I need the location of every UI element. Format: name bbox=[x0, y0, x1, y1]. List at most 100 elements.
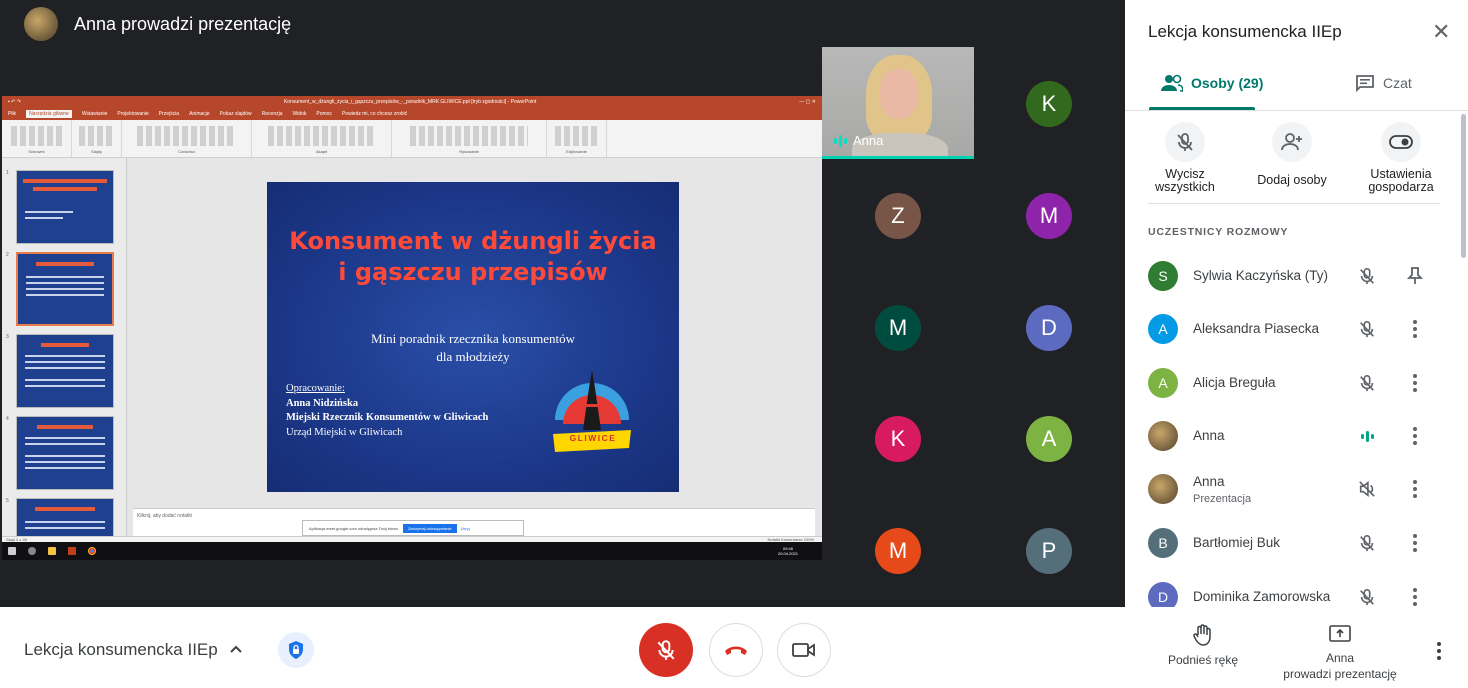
tab-people[interactable]: Osoby (29) bbox=[1161, 74, 1263, 92]
raise-hand-button[interactable]: Podnieś rękę bbox=[1160, 624, 1246, 668]
thumb-number: 4 bbox=[6, 416, 9, 422]
participant-row[interactable]: A Aleksandra Piasecka bbox=[1125, 303, 1455, 356]
stop-sharing-button: Zatrzymaj udostępnianie bbox=[402, 523, 457, 533]
pin-icon[interactable] bbox=[1403, 264, 1427, 288]
powerpoint-window-title: Konsument_w_dżungli_życia_i_gąszczu_prze… bbox=[283, 99, 537, 105]
participant-name: Sylwia Kaczyńska (Ty) bbox=[1193, 268, 1329, 283]
participant-row[interactable]: B Bartłomiej Buk bbox=[1125, 517, 1455, 570]
ribbon-group-clipboard: Schowek bbox=[2, 120, 72, 157]
participant-row[interactable]: Anna bbox=[1125, 410, 1455, 463]
presentation-label: Anna prowadzi prezentację bbox=[1283, 651, 1397, 681]
more-options-icon[interactable] bbox=[1437, 642, 1441, 660]
powerpoint-ribbon: Schowek Slajdy Czcionka Akapit Rysowanie… bbox=[2, 120, 822, 158]
participant-tile-avatar[interactable]: P bbox=[1026, 528, 1072, 574]
host-settings-label: Ustawienia gospodarza bbox=[1368, 167, 1434, 194]
microphone-toggle-button[interactable] bbox=[639, 623, 693, 677]
participant-subtitle: Prezentacja bbox=[1193, 493, 1252, 505]
speaking-indicator-icon bbox=[834, 134, 847, 147]
menu-help: Pomoc bbox=[316, 111, 332, 117]
ribbon-group-font: Czcionka bbox=[122, 120, 252, 157]
slide-thumbnail bbox=[16, 170, 114, 244]
close-icon[interactable]: ✕ bbox=[1432, 21, 1450, 43]
avatar: A bbox=[1148, 314, 1178, 344]
video-camera-icon bbox=[792, 643, 815, 657]
leave-call-button[interactable] bbox=[709, 623, 763, 677]
participant-name: Anna bbox=[1193, 474, 1225, 489]
participant-tile-avatar[interactable]: D bbox=[1026, 305, 1072, 351]
more-options-icon[interactable] bbox=[1403, 371, 1427, 395]
presentation-button[interactable]: Anna prowadzi prezentację bbox=[1274, 624, 1406, 682]
current-slide: Konsument w dżungli życia i gąszczu prze… bbox=[267, 182, 679, 492]
credits-role: Miejski Rzecznik Konsumentów w Gliwicach bbox=[286, 412, 489, 423]
camera-toggle-button[interactable] bbox=[777, 623, 831, 677]
mic-off-icon bbox=[1355, 317, 1379, 341]
gliwice-logo-text: GLIWICE bbox=[570, 433, 617, 443]
notes-placeholder: Kliknij, aby dodać notatki bbox=[137, 513, 193, 519]
participant-row[interactable]: Anna Prezentacja bbox=[1125, 463, 1455, 516]
more-options-icon[interactable] bbox=[1403, 317, 1427, 341]
host-settings-button[interactable]: Ustawienia gospodarza bbox=[1356, 122, 1446, 194]
meeting-name[interactable]: Lekcja konsumencka IIEp bbox=[24, 640, 218, 660]
section-label: UCZESTNICY ROZMOWY bbox=[1148, 226, 1289, 238]
shield-lock-icon bbox=[289, 641, 303, 659]
presenter-title: Anna prowadzi prezentację bbox=[74, 13, 292, 34]
taskbar-clock: 09:46 20.04.2021 bbox=[777, 546, 798, 556]
menu-insert: Wstawianie bbox=[81, 111, 108, 117]
slide-editor: Konsument w dżungli życia i gąszczu prze… bbox=[133, 158, 815, 508]
menu-tell-me: Powiedz mi, co chcesz zrobić bbox=[341, 111, 408, 117]
screen-share-notification: Aplikacja meet.google.com udostępnia Twó… bbox=[302, 520, 524, 536]
participant-tile-avatar[interactable]: Z bbox=[875, 193, 921, 239]
more-options-icon[interactable] bbox=[1403, 585, 1427, 607]
participant-tile-avatar[interactable]: A bbox=[1026, 416, 1072, 462]
windows-start-icon bbox=[8, 547, 16, 555]
participant-row[interactable]: S Sylwia Kaczyńska (Ty) bbox=[1125, 250, 1455, 303]
participant-tile-avatar[interactable]: M bbox=[875, 528, 921, 574]
add-people-label: Dodaj osoby bbox=[1257, 173, 1327, 187]
more-options-icon[interactable] bbox=[1403, 424, 1427, 448]
notification-text: Aplikacja meet.google.com udostępnia Twó… bbox=[309, 525, 399, 531]
tab-chat[interactable]: Czat bbox=[1355, 74, 1412, 92]
people-icon bbox=[1161, 74, 1183, 92]
volume-off-icon bbox=[1355, 477, 1379, 501]
more-options-icon[interactable] bbox=[1403, 531, 1427, 555]
mic-off-icon bbox=[1355, 371, 1379, 395]
credits-author: Anna Nidzińska bbox=[286, 397, 359, 409]
menu-file: Plik bbox=[8, 111, 17, 117]
speaking-indicator-icon bbox=[1355, 424, 1379, 448]
ribbon-group-slides: Slajdy bbox=[72, 120, 122, 157]
video-tile-anna[interactable]: Anna bbox=[822, 47, 974, 159]
chat-icon bbox=[1356, 75, 1374, 92]
panel-scrollbar[interactable] bbox=[1461, 114, 1466, 258]
chrome-icon bbox=[88, 547, 96, 555]
participant-row[interactable]: D Dominika Zamorowska bbox=[1125, 571, 1455, 607]
powerpoint-titlebar: ▪ ↶ ↷ Konsument_w_dżungli_życia_i_gąszcz… bbox=[2, 96, 822, 108]
svg-text:GLIWICE: GLIWICE bbox=[570, 433, 617, 443]
avatar: A bbox=[1148, 368, 1178, 398]
participant-tile-avatar[interactable]: M bbox=[875, 305, 921, 351]
toggle-icon bbox=[1389, 135, 1413, 149]
more-options-icon[interactable] bbox=[1403, 477, 1427, 501]
mute-all-button[interactable]: Wycisz wszystkich bbox=[1140, 122, 1230, 194]
participant-tile-avatar[interactable]: M bbox=[1026, 193, 1072, 239]
slide-credits: Opracowanie: Anna Nidzińska Miejski Rzec… bbox=[286, 382, 488, 440]
slide-subtitle: Mini poradnik rzecznika konsumentów dla … bbox=[371, 331, 575, 364]
avatar: D bbox=[1148, 582, 1178, 607]
slide-thumbnail-selected bbox=[16, 252, 114, 326]
participant-name: Bartłomiej Buk bbox=[1193, 535, 1281, 550]
participant-row[interactable]: A Alicja Breguła bbox=[1125, 357, 1455, 410]
presenter-avatar bbox=[24, 7, 58, 41]
host-controls-button[interactable] bbox=[278, 632, 314, 668]
shared-screen: ▪ ↶ ↷ Konsument_w_dżungli_życia_i_gąszcz… bbox=[2, 96, 822, 560]
slide-thumbnail bbox=[16, 334, 114, 408]
thumb-number: 2 bbox=[6, 252, 9, 258]
chevron-up-icon[interactable] bbox=[228, 641, 244, 657]
add-people-button[interactable]: Dodaj osoby bbox=[1247, 122, 1337, 187]
menu-view: Widok bbox=[292, 111, 307, 117]
powerpoint-icon bbox=[68, 547, 76, 555]
powerpoint-menu: Plik Narzędzia główne Wstawianie Projekt… bbox=[2, 108, 822, 120]
participant-tile-avatar[interactable]: K bbox=[875, 416, 921, 462]
slide-thumbnails: 1 2 3 4 5 bbox=[2, 158, 127, 536]
participant-tile-avatar[interactable]: K bbox=[1026, 81, 1072, 127]
save-icon: ▪ ↶ ↷ bbox=[8, 99, 21, 105]
raise-hand-icon bbox=[1193, 624, 1211, 646]
